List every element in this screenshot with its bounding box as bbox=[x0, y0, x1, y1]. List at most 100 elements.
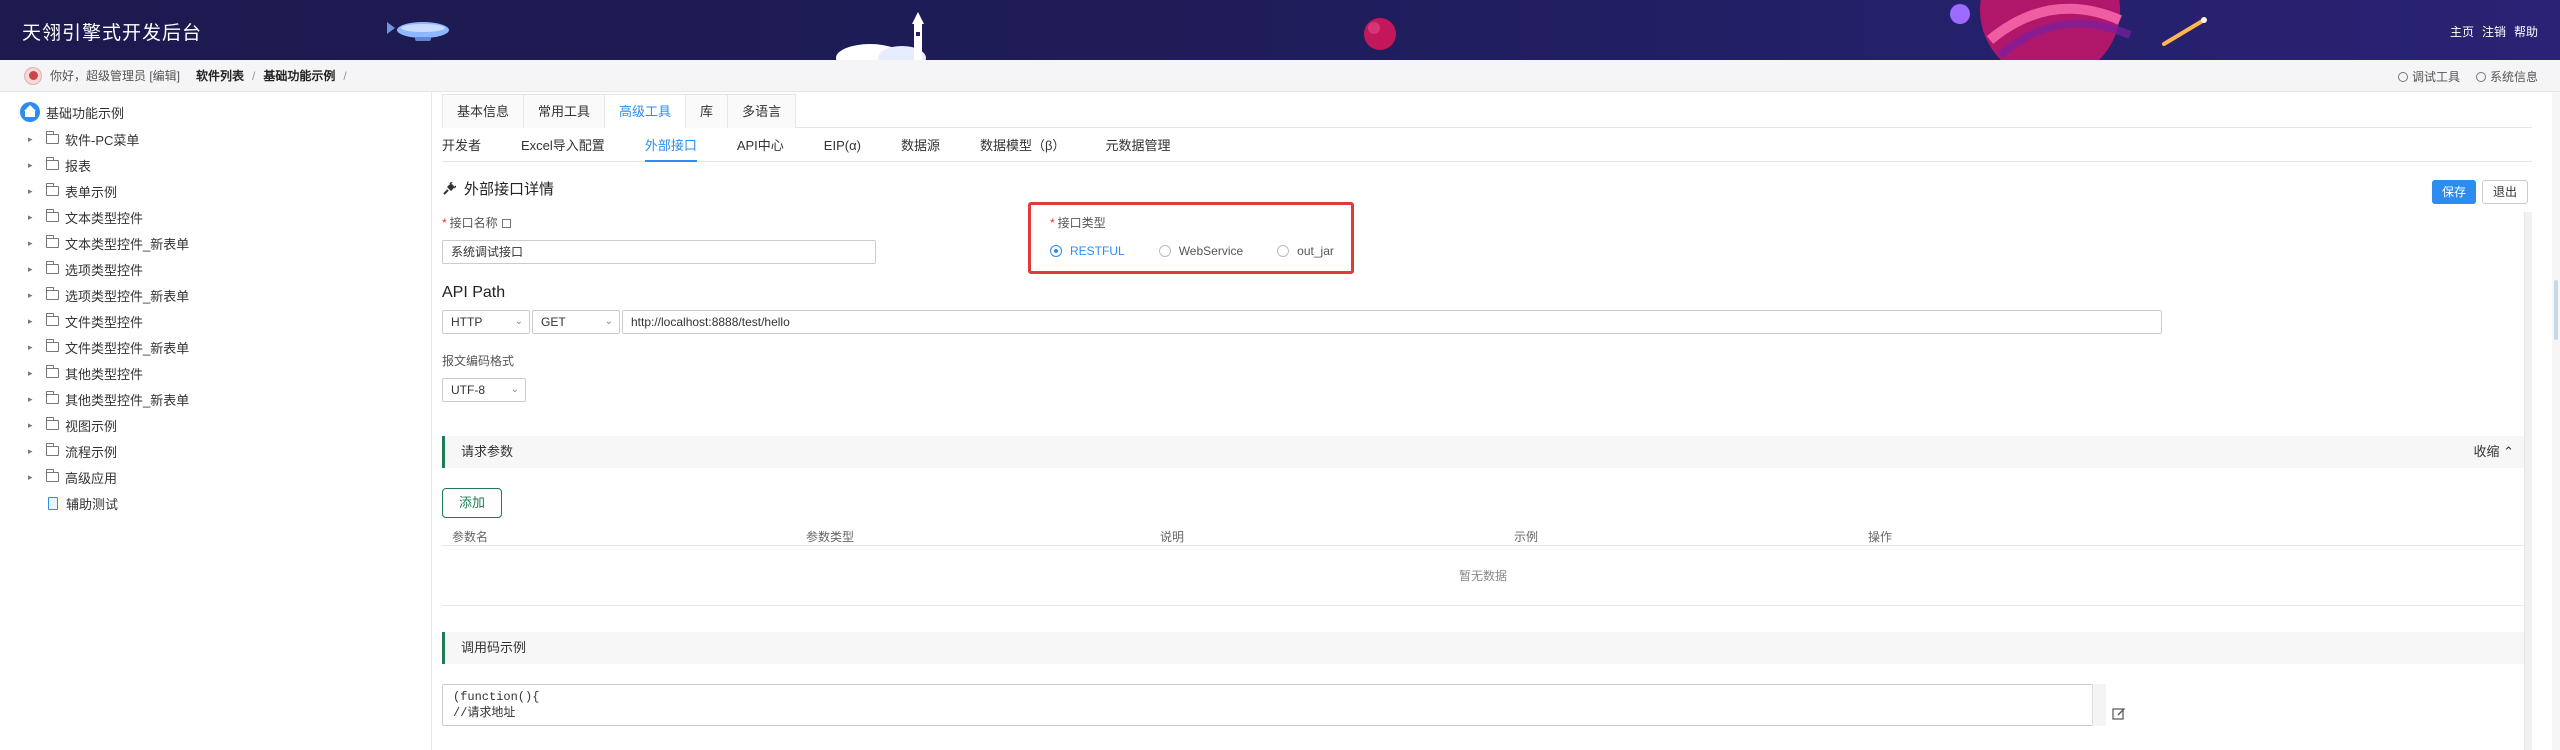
code-line: (function(){ bbox=[453, 690, 540, 704]
encoding-select[interactable]: UTF-8 ⌄ bbox=[442, 378, 526, 402]
top-tab[interactable]: 高级工具 bbox=[604, 94, 687, 128]
sidebar-tree-item-label: 报表 bbox=[65, 158, 92, 174]
sidebar-tree-leaf[interactable]: 辅助测试 bbox=[28, 490, 189, 516]
sub-tab[interactable]: 数据源 bbox=[901, 132, 940, 162]
caret-right-icon[interactable]: ▸ bbox=[28, 446, 40, 457]
radio-webservice[interactable]: WebService bbox=[1158, 244, 1244, 258]
radio-out-jar-label: out_jar bbox=[1297, 244, 1334, 258]
caret-right-icon[interactable]: ▸ bbox=[28, 316, 40, 327]
api-url-input[interactable]: http://localhost:8888/test/hello bbox=[622, 310, 2162, 334]
method-select[interactable]: GET ⌄ bbox=[532, 310, 620, 334]
top-tab[interactable]: 基本信息 bbox=[442, 94, 525, 128]
sidebar-tree-item[interactable]: ▸ 报表 bbox=[28, 152, 189, 178]
radio-webservice-label: WebService bbox=[1178, 244, 1244, 258]
copy-icon[interactable] bbox=[501, 219, 511, 228]
caret-right-icon[interactable]: ▸ bbox=[28, 264, 40, 275]
sidebar-tree-item[interactable]: ▸ 其他类型控件_新表单 bbox=[28, 386, 189, 412]
add-param-button[interactable]: 添加 bbox=[442, 488, 502, 518]
top-tab[interactable]: 常用工具 bbox=[523, 94, 606, 128]
sidebar-tree-item[interactable]: ▸ 高级应用 bbox=[28, 464, 189, 490]
sidebar-tree-item-label: 高级应用 bbox=[65, 470, 118, 486]
radio-out-jar[interactable]: out_jar bbox=[1277, 244, 1334, 258]
sidebar-tree-item[interactable]: ▸ 文件类型控件_新表单 bbox=[28, 334, 189, 360]
protocol-select[interactable]: HTTP ⌄ bbox=[442, 310, 530, 334]
system-info-link[interactable]: 系统信息 bbox=[2475, 68, 2538, 85]
header-links: 主页 注销 帮助 bbox=[2450, 23, 2538, 40]
caret-right-icon[interactable]: ▸ bbox=[28, 342, 40, 353]
caret-right-icon[interactable]: ▸ bbox=[28, 238, 40, 249]
edit-icon[interactable] bbox=[2112, 706, 2126, 720]
home-icon bbox=[20, 102, 40, 122]
sidebar-tree-item[interactable]: ▸ 视图示例 bbox=[28, 412, 189, 438]
sidebar-tree-item[interactable]: ▸ 表单示例 bbox=[28, 178, 189, 204]
breadcrumb-separator: / bbox=[343, 68, 347, 83]
code-scrollbar[interactable] bbox=[2092, 684, 2106, 726]
sidebar-tree-item[interactable]: ▸ 选项类型控件_新表单 bbox=[28, 282, 189, 308]
sub-tab[interactable]: 元数据管理 bbox=[1105, 132, 1170, 162]
sidebar-tree-item-label: 其他类型控件_新表单 bbox=[65, 392, 190, 408]
method-value: GET bbox=[541, 315, 566, 329]
sub-tab[interactable]: 开发者 bbox=[442, 132, 481, 162]
caret-right-icon[interactable]: ▸ bbox=[28, 394, 40, 405]
home-link[interactable]: 主页 bbox=[2450, 23, 2474, 40]
required-mark: * bbox=[442, 216, 447, 230]
sub-tab[interactable]: EIP(α) bbox=[824, 132, 861, 162]
exit-button[interactable]: 退出 bbox=[2482, 180, 2528, 204]
sub-tab[interactable]: 数据模型（β） bbox=[980, 132, 1065, 162]
radio-restful-label: RESTFUL bbox=[1070, 244, 1125, 258]
caret-right-icon[interactable]: ▸ bbox=[28, 472, 40, 483]
breadcrumb-current[interactable]: 基础功能示例 bbox=[263, 67, 335, 84]
sub-tab[interactable]: 外部接口 bbox=[644, 132, 697, 162]
request-params-panel: 请求参数 收缩 ⌃ bbox=[442, 436, 2524, 468]
caret-right-icon[interactable]: ▸ bbox=[28, 160, 40, 171]
caret-right-icon[interactable]: ▸ bbox=[28, 368, 40, 379]
sidebar-tree-item[interactable]: ▸ 其他类型控件 bbox=[28, 360, 189, 386]
help-link[interactable]: 帮助 bbox=[2514, 23, 2538, 40]
interface-name-input[interactable]: 系统调试接口 bbox=[442, 240, 876, 264]
caret-right-icon[interactable]: ▸ bbox=[28, 186, 40, 197]
main-scrollbar[interactable] bbox=[2524, 212, 2532, 750]
debug-tools-link[interactable]: 调试工具 bbox=[2397, 68, 2460, 85]
planet-large-illustration bbox=[1950, 0, 2132, 60]
page-scrollbar[interactable] bbox=[2552, 92, 2560, 750]
folder-icon bbox=[46, 183, 59, 196]
page-scrollbar-thumb[interactable] bbox=[2554, 280, 2558, 340]
encoding-label: 报文编码格式 bbox=[442, 354, 515, 368]
sidebar-tree-item[interactable]: ▸ 文本类型控件_新表单 bbox=[28, 230, 189, 256]
radio-restful[interactable]: RESTFUL bbox=[1050, 244, 1125, 258]
sub-tab[interactable]: API中心 bbox=[737, 132, 784, 162]
breadcrumb-software-list[interactable]: 软件列表 bbox=[196, 67, 244, 84]
breadcrumb-tools: 调试工具 系统信息 bbox=[2397, 68, 2538, 85]
breadcrumb-separator: / bbox=[252, 68, 256, 83]
caret-right-icon[interactable]: ▸ bbox=[28, 134, 40, 145]
sidebar-tree-item[interactable]: ▸ 文件类型控件 bbox=[28, 308, 189, 334]
sidebar-tree-item-label: 流程示例 bbox=[65, 444, 118, 460]
comet-illustration bbox=[2162, 17, 2207, 46]
code-example-textarea[interactable]: (function(){ //请求地址 bbox=[442, 684, 2106, 726]
sidebar-tree-item-label: 选项类型控件_新表单 bbox=[65, 288, 190, 304]
sidebar-tree-item[interactable]: ▸ 软件-PC菜单 bbox=[28, 126, 189, 152]
tree-root[interactable]: 基础功能示例 bbox=[20, 102, 124, 122]
caret-right-icon[interactable]: ▸ bbox=[28, 420, 40, 431]
sidebar-tree-item[interactable]: ▸ 文本类型控件 bbox=[28, 204, 189, 230]
interface-name-label: * 接口名称 bbox=[442, 214, 511, 231]
save-button[interactable]: 保存 bbox=[2432, 180, 2476, 204]
collapse-toggle[interactable]: 收缩 ⌃ bbox=[2473, 436, 2514, 468]
folder-icon bbox=[46, 469, 59, 482]
debug-icon bbox=[2397, 72, 2408, 82]
interface-name-label-text: 接口名称 bbox=[449, 216, 498, 230]
sidebar-tree-item-label: 文件类型控件_新表单 bbox=[65, 340, 190, 356]
sidebar-tree-item[interactable]: ▸ 流程示例 bbox=[28, 438, 189, 464]
city-illustration bbox=[836, 12, 926, 60]
folder-icon bbox=[46, 365, 59, 378]
tree-root-label: 基础功能示例 bbox=[46, 105, 125, 121]
caret-right-icon[interactable]: ▸ bbox=[28, 290, 40, 301]
caret-right-icon[interactable]: ▸ bbox=[28, 212, 40, 223]
user-greeting[interactable]: 你好，超级管理员 [编辑] bbox=[50, 67, 180, 84]
top-tab[interactable]: 多语言 bbox=[727, 94, 797, 128]
logout-link[interactable]: 注销 bbox=[2482, 23, 2506, 40]
sub-tab[interactable]: Excel导入配置 bbox=[521, 132, 605, 162]
folder-icon bbox=[46, 157, 59, 170]
sidebar-tree-item[interactable]: ▸ 选项类型控件 bbox=[28, 256, 189, 282]
top-tab[interactable]: 库 bbox=[685, 94, 729, 128]
